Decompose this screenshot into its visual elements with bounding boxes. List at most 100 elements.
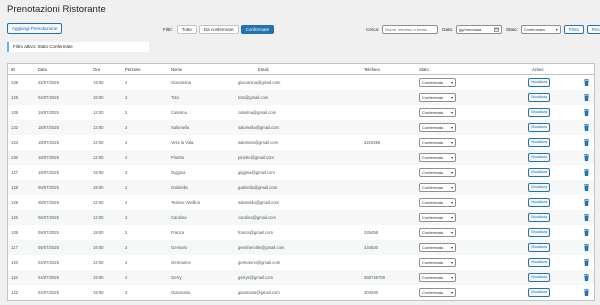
- cell-id: 128: [11, 185, 18, 190]
- row-status-select[interactable]: Confermata ▾: [419, 273, 456, 282]
- trash-icon[interactable]: [584, 124, 589, 131]
- cell-date: 04/07/2025: [38, 275, 59, 280]
- chevron-down-icon: ▾: [450, 110, 453, 115]
- row-status-select[interactable]: Confermata ▾: [419, 258, 456, 267]
- cell-name: Carolina: [171, 215, 187, 220]
- filter-confirmed-button[interactable]: Confermate: [240, 25, 275, 34]
- table-row: 127 18/07/2025 19:00 2 Giggina giggina@gmail.…: [8, 165, 594, 180]
- filter-pending-button[interactable]: Da confermare: [198, 25, 239, 34]
- cell-email: gianmaria@gmail.com: [238, 290, 280, 295]
- date-label: Data:: [442, 27, 454, 32]
- add-booking-button[interactable]: Aggiungi Prenotazione: [7, 23, 63, 34]
- chevron-down-icon: ▾: [450, 230, 453, 235]
- trash-icon[interactable]: [584, 94, 589, 101]
- view-button[interactable]: Visualizza: [528, 288, 550, 297]
- cell-time: 12:00: [93, 125, 104, 130]
- view-button[interactable]: Visualizza: [528, 138, 550, 147]
- row-status-value: Confermata: [422, 245, 443, 250]
- trash-icon[interactable]: [584, 244, 589, 251]
- trash-icon[interactable]: [584, 274, 589, 281]
- view-button[interactable]: Visualizza: [528, 213, 550, 222]
- trash-icon[interactable]: [584, 199, 589, 206]
- status-label: Stato:: [506, 27, 518, 32]
- row-status-select[interactable]: Confermata ▾: [419, 168, 456, 177]
- cell-email: giacomina@gmail.com: [238, 80, 281, 85]
- cell-email: giggina@gmail.com: [238, 170, 275, 175]
- table-row: 129 04/07/2025 19:00 2 Toto toto@gmail.com Con…: [8, 90, 594, 105]
- row-status-value: Confermata: [422, 230, 443, 235]
- row-status-value: Confermata: [422, 170, 443, 175]
- col-actions: Azioni: [532, 67, 544, 72]
- cell-time: 19:00: [93, 230, 104, 235]
- view-button[interactable]: Visualizza: [528, 243, 550, 252]
- view-button[interactable]: Visualizza: [528, 183, 550, 192]
- row-status-select[interactable]: Confermata ▾: [419, 213, 456, 222]
- cell-id: 133: [11, 140, 18, 145]
- row-status-select[interactable]: Confermata ▾: [419, 183, 456, 192]
- trash-icon[interactable]: [584, 139, 589, 146]
- table-row: 132 18/07/2025 12:00 2 Salomella salomella@gm…: [8, 120, 594, 135]
- search-input[interactable]: Nome, telefono o email...: [382, 25, 439, 34]
- table-row: 135 18/07/2025 12:00 2 Caterina caterina@gmai…: [8, 105, 594, 120]
- chevron-down-icon: ▾: [450, 215, 453, 220]
- calendar-icon: [494, 27, 499, 32]
- cell-name: Caterina: [171, 110, 187, 115]
- filter-all-button[interactable]: Tutte: [176, 25, 197, 34]
- row-status-select[interactable]: Confermata ▾: [419, 243, 456, 252]
- row-status-select[interactable]: Confermata ▾: [419, 138, 456, 147]
- trash-icon[interactable]: [584, 169, 589, 176]
- trash-icon[interactable]: [584, 259, 589, 266]
- filter-button[interactable]: Filtra: [563, 25, 584, 34]
- trash-icon[interactable]: [584, 214, 589, 221]
- view-button[interactable]: Visualizza: [528, 198, 550, 207]
- view-button[interactable]: Visualizza: [528, 108, 550, 117]
- row-status-select[interactable]: Confermata ▾: [419, 228, 456, 237]
- cell-email: toto@gmail.com: [238, 95, 269, 100]
- row-status-select[interactable]: Confermata ▾: [419, 108, 456, 117]
- row-status-select[interactable]: Confermata ▾: [419, 78, 456, 87]
- row-status-value: Confermata: [422, 200, 443, 205]
- cell-name: Testino Vitellino: [171, 200, 201, 205]
- view-button[interactable]: Visualizza: [528, 153, 550, 162]
- view-button[interactable]: Visualizza: [528, 78, 550, 87]
- cell-date: 06/07/2025: [38, 185, 59, 190]
- view-button[interactable]: Visualizza: [528, 168, 550, 177]
- row-status-value: Confermata: [422, 185, 443, 190]
- cell-email: pinetto@gmail.com: [238, 155, 274, 160]
- cell-id: 129: [11, 95, 18, 100]
- trash-icon[interactable]: [584, 109, 589, 116]
- cell-phone: 404040: [364, 290, 378, 295]
- row-status-select[interactable]: Confermata ▾: [419, 198, 456, 207]
- date-input[interactable]: gg/mm/aaaa: [456, 25, 503, 34]
- trash-icon[interactable]: [584, 154, 589, 161]
- view-button[interactable]: Visualizza: [528, 93, 550, 102]
- trash-icon[interactable]: [584, 229, 589, 236]
- view-button[interactable]: Visualizza: [528, 273, 550, 282]
- row-status-select[interactable]: Confermata ▾: [419, 288, 456, 297]
- row-status-select[interactable]: Confermata ▾: [419, 93, 456, 102]
- cell-email: salomella@gmail.com: [238, 125, 280, 130]
- cell-name: Salomella: [171, 125, 190, 130]
- cell-people: 2: [125, 185, 128, 190]
- row-status-select[interactable]: Confermata ▾: [419, 153, 456, 162]
- row-status-select[interactable]: Confermata ▾: [419, 123, 456, 132]
- trash-icon[interactable]: [584, 184, 589, 191]
- cell-id: 126: [11, 215, 18, 220]
- view-button[interactable]: Visualizza: [528, 123, 550, 132]
- row-status-value: Confermata: [422, 140, 443, 145]
- cell-time: 12:00: [93, 110, 104, 115]
- trash-icon[interactable]: [584, 79, 589, 86]
- trash-icon[interactable]: [584, 289, 589, 296]
- reset-button[interactable]: Reset: [586, 25, 600, 34]
- cell-name: Gennaro: [171, 245, 188, 250]
- view-button[interactable]: Visualizza: [528, 258, 550, 267]
- status-select[interactable]: Confermata ▾: [520, 25, 561, 34]
- chevron-down-icon: ▾: [450, 275, 453, 280]
- row-status-value: Confermata: [422, 215, 443, 220]
- view-button[interactable]: Visualizza: [528, 228, 550, 237]
- cell-email: gabriella@gmail.com: [238, 185, 278, 190]
- chevron-down-icon: ▾: [450, 80, 453, 85]
- cell-id: 129: [11, 200, 18, 205]
- cell-people: 2: [125, 275, 128, 280]
- cell-date: 04/07/2025: [38, 290, 59, 295]
